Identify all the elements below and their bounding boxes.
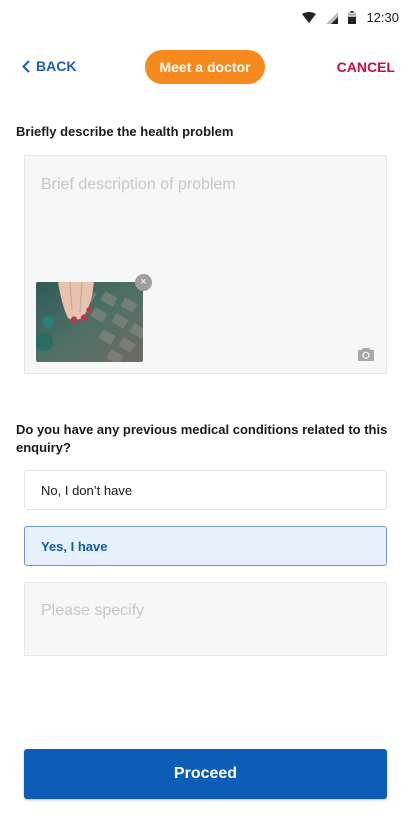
option-no-label: No, I don’t have — [41, 482, 133, 498]
option-yes[interactable]: Yes, I have — [24, 526, 387, 566]
page-title: Meet a doctor — [145, 50, 265, 84]
chevron-left-icon — [22, 59, 30, 73]
status-bar: 12:30 — [0, 0, 411, 36]
proceed-button[interactable]: Proceed — [24, 749, 387, 799]
specify-textarea[interactable]: Please specify — [24, 582, 387, 656]
attached-photo — [36, 282, 143, 362]
battery-icon — [348, 11, 357, 24]
question-health-problem: Briefly describe the health problem — [16, 124, 234, 139]
wifi-icon — [302, 12, 317, 23]
question-previous-conditions: Do you have any previous medical conditi… — [16, 422, 388, 455]
specify-placeholder: Please specify — [41, 602, 145, 619]
attachment-thumbnail[interactable] — [36, 282, 143, 362]
option-yes-label: Yes, I have — [41, 538, 108, 554]
back-button[interactable]: BACK — [22, 58, 76, 74]
option-no[interactable]: No, I don’t have — [24, 470, 387, 510]
camera-icon[interactable] — [357, 347, 375, 362]
status-icons: 12:30 — [302, 10, 399, 25]
remove-attachment-icon[interactable]: × — [135, 274, 152, 291]
description-placeholder: Brief description of problem — [41, 176, 236, 193]
back-label: BACK — [36, 58, 77, 74]
cancel-button[interactable]: CANCEL — [337, 59, 395, 75]
status-time: 12:30 — [366, 10, 399, 25]
signal-icon — [326, 11, 339, 24]
proceed-label: Proceed — [173, 765, 238, 782]
header: BACK Meet a doctor CANCEL — [0, 48, 411, 86]
description-textarea[interactable]: Brief description of problem × — [24, 155, 387, 374]
